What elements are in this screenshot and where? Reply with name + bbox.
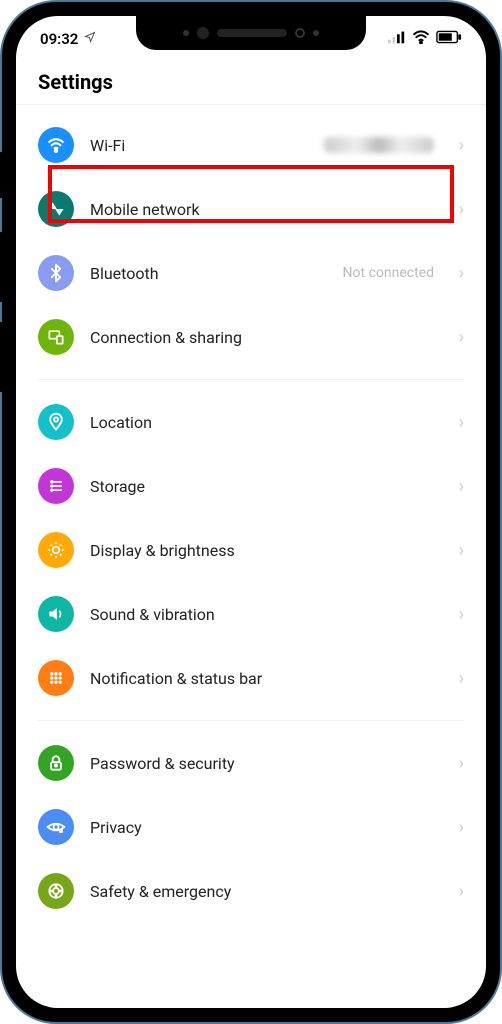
chevron-right-icon: › [450,753,464,774]
signal-icon [388,30,406,48]
safety-icon [38,873,74,909]
settings-list: Wi-Fi › Mobile network › Bluetooth Not c… [16,105,486,923]
row-mobile-network[interactable]: Mobile network › [38,177,464,241]
row-wifi[interactable]: Wi-Fi › [38,113,464,177]
page-title: Settings [16,54,486,105]
row-label: Mobile network [90,200,434,219]
chevron-right-icon: › [450,199,464,220]
divider [38,379,464,380]
row-label: Bluetooth [90,264,327,283]
side-button [0,322,4,392]
row-label: Privacy [90,818,434,837]
wifi-value-blurred [324,137,434,153]
privacy-icon [38,809,74,845]
row-label: Wi-Fi [90,136,308,155]
brightness-icon [38,532,74,568]
mobile-network-icon [38,191,74,227]
row-label: Connection & sharing [90,328,434,347]
row-privacy[interactable]: Privacy › [38,795,464,859]
row-label: Safety & emergency [90,882,434,901]
chevron-right-icon: › [450,881,464,902]
sound-icon [38,596,74,632]
chevron-right-icon: › [450,135,464,156]
divider [38,720,464,721]
row-bluetooth[interactable]: Bluetooth Not connected › [38,241,464,305]
location-arrow-icon [84,31,96,47]
storage-icon [38,468,74,504]
chevron-right-icon: › [450,263,464,284]
connection-sharing-icon [38,319,74,355]
status-time: 09:32 [40,30,78,48]
row-display[interactable]: Display & brightness › [38,518,464,582]
chevron-right-icon: › [450,476,464,497]
chevron-right-icon: › [450,327,464,348]
row-notification[interactable]: Notification & status bar › [38,646,464,710]
location-icon [38,404,74,440]
wifi-status-icon [412,30,430,48]
bluetooth-icon [38,255,74,291]
row-connection-sharing[interactable]: Connection & sharing › [38,305,464,369]
notch [136,16,366,50]
row-label: Notification & status bar [90,669,434,688]
screen: 09:32 Settings [16,16,486,1008]
notification-icon [38,660,74,696]
chevron-right-icon: › [450,604,464,625]
chevron-right-icon: › [450,668,464,689]
wifi-icon [38,127,74,163]
side-button [0,152,4,198]
row-label: Password & security [90,754,434,773]
row-label: Storage [90,477,434,496]
row-sound[interactable]: Sound & vibration › [38,582,464,646]
phone-frame: 09:32 Settings [0,0,502,1024]
side-button [0,232,4,302]
row-safety-emergency[interactable]: Safety & emergency › [38,859,464,923]
row-label: Location [90,413,434,432]
chevron-right-icon: › [450,540,464,561]
chevron-right-icon: › [450,817,464,838]
chevron-right-icon: › [450,412,464,433]
row-label: Sound & vibration [90,605,434,624]
row-label: Display & brightness [90,541,434,560]
lock-icon [38,745,74,781]
row-location[interactable]: Location › [38,390,464,454]
row-password-security[interactable]: Password & security › [38,731,464,795]
battery-icon [436,30,462,48]
row-value: Not connected [343,265,434,281]
row-storage[interactable]: Storage › [38,454,464,518]
